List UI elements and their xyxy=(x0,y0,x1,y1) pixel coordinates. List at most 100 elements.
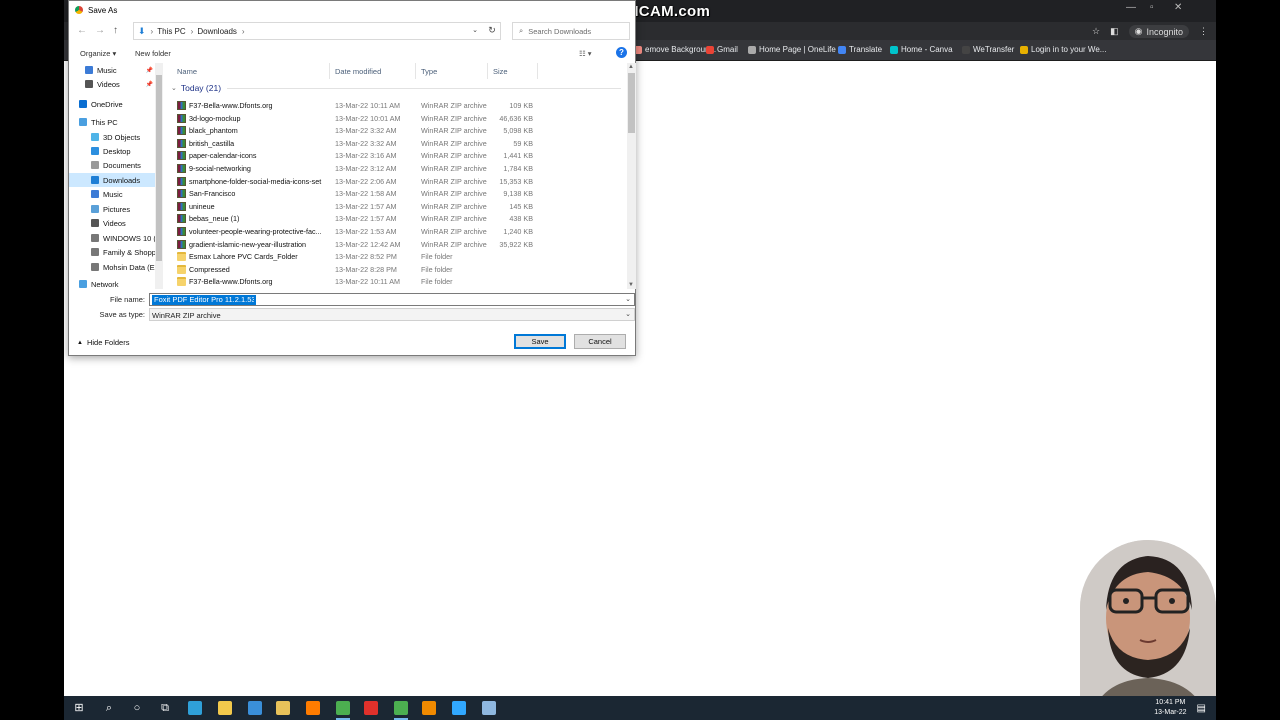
nav-item-family-shopp[interactable]: Family & Shopp xyxy=(69,245,155,259)
group-header[interactable]: ⌄ Today (21) xyxy=(171,83,621,93)
file-row[interactable]: smartphone-folder-social-media-icons-set… xyxy=(171,175,627,188)
incognito-badge[interactable]: ◉ Incognito xyxy=(1128,25,1189,38)
filename-field[interactable]: ⌄ xyxy=(149,293,635,306)
file-date: 13-Mar-22 1:53 AM xyxy=(335,227,397,236)
file-type: WinRAR ZIP archive xyxy=(421,138,487,148)
file-row[interactable]: gradient-islamic-new-year-illustration 13… xyxy=(171,238,627,251)
savetype-select[interactable]: WinRAR ZIP archive ⌄ xyxy=(149,308,635,321)
start-icon[interactable]: ⊞ xyxy=(72,701,86,715)
minimize-icon[interactable]: — xyxy=(1126,2,1136,13)
breadcrumb-downloads[interactable]: Downloads xyxy=(197,27,237,36)
close-icon[interactable]: ✕ xyxy=(1174,2,1182,13)
file-row[interactable]: Compressed 13-Mar-22 8:28 PM File folder xyxy=(171,263,627,276)
photoshop-icon[interactable] xyxy=(452,701,466,715)
help-icon[interactable]: ? xyxy=(616,47,627,58)
scrollbar-thumb[interactable] xyxy=(628,73,635,133)
file-row[interactable]: F37-Bella-www.Dfonts.org 13-Mar-22 10:11 … xyxy=(171,99,627,112)
search-input[interactable]: ⌕ Search Downloads xyxy=(512,22,630,40)
view-options-icon[interactable]: ☷ ▾ xyxy=(579,49,592,58)
notification-icon[interactable]: ▤ xyxy=(1197,703,1206,714)
nav-item-videos[interactable]: Videos 📌 xyxy=(69,77,155,91)
hide-folders-toggle[interactable]: ▲ Hide Folders xyxy=(77,338,129,347)
file-row[interactable]: black_phantom 13-Mar-22 3:32 AM WinRAR ZIP… xyxy=(171,124,627,137)
cancel-button[interactable]: Cancel xyxy=(574,334,626,349)
search-icon[interactable]: ⌕ xyxy=(102,701,116,715)
sidepanel-icon[interactable]: ◧ xyxy=(1110,26,1119,37)
bookmark-item[interactable]: Home - Canva xyxy=(890,45,953,54)
nav-item-windows-10-c[interactable]: WINDOWS 10 (C xyxy=(69,231,155,245)
filename-input[interactable] xyxy=(152,295,256,305)
address-dropdown-icon[interactable]: ⌄ xyxy=(472,26,478,34)
nav-item-this-pc[interactable]: This PC xyxy=(69,115,155,129)
breadcrumb-this-pc[interactable]: This PC xyxy=(157,27,185,36)
zip-archive-icon xyxy=(177,176,186,186)
file-row[interactable]: volunteer-people-wearing-protective-fac.… xyxy=(171,225,627,238)
column-date-modified[interactable]: Date modified xyxy=(335,67,381,76)
bookmark-item[interactable]: Gmail xyxy=(706,45,738,54)
task-view-icon[interactable]: ⧉ xyxy=(158,701,172,715)
file-type: WinRAR ZIP archive xyxy=(421,239,487,249)
chevron-down-icon[interactable]: ⌄ xyxy=(625,295,631,303)
scroll-up-icon[interactable]: ▲ xyxy=(628,64,634,70)
file-row[interactable]: Esmax Lahore PVC Cards_Folder 13-Mar-22 8… xyxy=(171,250,627,263)
chrome-incognito-icon[interactable] xyxy=(394,701,408,720)
clock[interactable]: 10:41 PM 13-Mar-22 xyxy=(1154,698,1186,718)
nav-item-music[interactable]: Music xyxy=(69,187,155,201)
file-type: WinRAR ZIP archive xyxy=(421,113,487,123)
app-icon[interactable] xyxy=(482,701,496,715)
mail-icon[interactable] xyxy=(248,701,262,715)
organize-button[interactable]: Organize ▾ xyxy=(80,49,116,58)
bookmark-star-icon[interactable]: ☆ xyxy=(1092,26,1100,37)
bookmark-item[interactable]: Translate xyxy=(838,45,882,54)
nav-item-onedrive[interactable]: OneDrive xyxy=(69,97,155,111)
bookmark-item[interactable]: WeTransfer xyxy=(962,45,1014,54)
forward-arrow-icon[interactable]: → xyxy=(95,25,105,36)
illustrator-icon[interactable] xyxy=(306,701,320,715)
save-button[interactable]: Save xyxy=(514,334,566,349)
nav-item-network[interactable]: Network xyxy=(69,277,155,289)
file-date: 13-Mar-22 3:32 AM xyxy=(335,138,397,148)
navigation-scrollbar[interactable] xyxy=(155,63,163,289)
file-row[interactable]: 9-social-networking 13-Mar-22 3:12 AM WinR… xyxy=(171,162,627,175)
edge-icon[interactable] xyxy=(188,701,202,715)
maximize-icon[interactable]: ▫ xyxy=(1150,2,1154,13)
nav-item-videos[interactable]: Videos xyxy=(69,216,155,230)
nav-item-music[interactable]: Music 📌 xyxy=(69,63,155,77)
nav-item-desktop[interactable]: Desktop xyxy=(69,144,155,158)
file-list-scrollbar[interactable]: ▲ ▼ xyxy=(627,63,636,289)
back-arrow-icon[interactable]: ← xyxy=(77,25,87,36)
chrome-icon[interactable] xyxy=(336,701,350,720)
nav-item-pictures[interactable]: Pictures xyxy=(69,202,155,216)
address-bar[interactable]: ⬇ › This PC › Downloads › ⌄ xyxy=(133,22,501,40)
nav-item-documents[interactable]: Documents xyxy=(69,158,155,172)
nav-item-downloads[interactable]: Downloads xyxy=(69,173,155,187)
file-row[interactable]: 3d-logo-mockup 13-Mar-22 10:01 AM WinRAR Z… xyxy=(171,112,627,125)
bookmark-item[interactable]: Home Page | OneLife xyxy=(748,45,836,54)
file-row[interactable]: F37-Bella-www.Dfonts.org 13-Mar-22 10:11 … xyxy=(171,275,627,287)
file-row[interactable]: british_castilla 13-Mar-22 3:32 AM WinRAR … xyxy=(171,137,627,150)
bookmark-item[interactable]: emove Backgroun... xyxy=(634,45,716,54)
file-row[interactable]: paper-calendar-icons 13-Mar-22 3:16 AM Win… xyxy=(171,149,627,162)
scrollbar-thumb[interactable] xyxy=(156,75,162,261)
column-type[interactable]: Type xyxy=(421,67,437,76)
file-row[interactable]: unineue 13-Mar-22 1:57 AM WinRAR ZIP archi… xyxy=(171,200,627,213)
bandicam-icon[interactable] xyxy=(364,701,378,715)
file-row[interactable]: San-Francisco 13-Mar-22 1:58 AM WinRAR ZIP… xyxy=(171,187,627,200)
folder-icon[interactable] xyxy=(276,701,290,715)
vlc-icon[interactable] xyxy=(422,701,436,715)
file-explorer-icon[interactable] xyxy=(218,701,232,715)
column-size[interactable]: Size xyxy=(493,67,508,76)
file-row[interactable]: bebas_neue (1) 13-Mar-22 1:57 AM WinRAR ZI… xyxy=(171,212,627,225)
scroll-down-icon[interactable]: ▼ xyxy=(628,282,634,288)
refresh-icon[interactable]: ↻ xyxy=(483,22,501,40)
up-arrow-icon[interactable]: ↑ xyxy=(113,25,118,36)
column-name[interactable]: Name xyxy=(177,67,197,76)
bookmark-item[interactable]: Login in to your We... xyxy=(1020,45,1106,54)
zip-archive-icon xyxy=(177,227,186,236)
nav-item-mohsin-data-e[interactable]: Mohsin Data (E xyxy=(69,260,155,274)
cortana-icon[interactable]: ○ xyxy=(130,701,144,715)
chrome-menu-icon[interactable]: ⋮ xyxy=(1199,26,1208,37)
file-date: 13-Mar-22 1:58 AM xyxy=(335,189,397,199)
nav-item-3d-objects[interactable]: 3D Objects xyxy=(69,130,155,144)
new-folder-button[interactable]: New folder xyxy=(135,49,171,58)
